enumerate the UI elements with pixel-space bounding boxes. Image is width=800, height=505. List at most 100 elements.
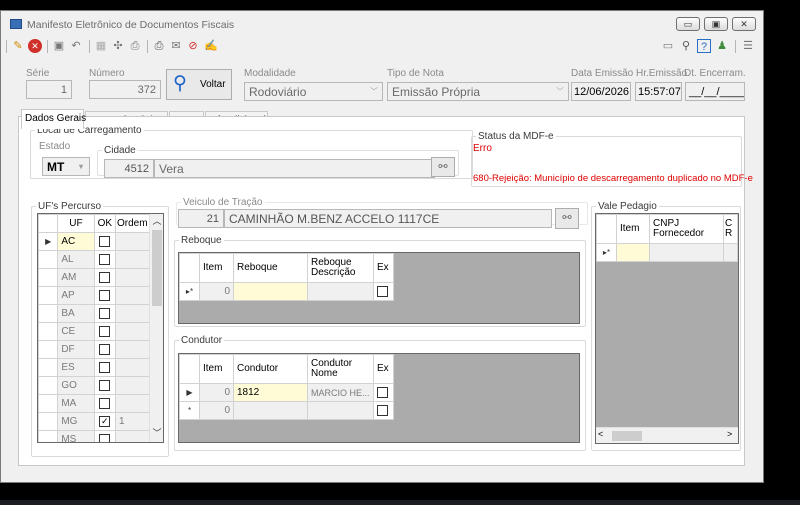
vale-truncated-cell[interactable] [723, 243, 738, 262]
cidade-code-field[interactable]: 4512 [104, 159, 154, 178]
scroll-right-icon[interactable]: > [727, 429, 732, 439]
maximize-button[interactable]: ▣ [704, 17, 728, 31]
save-icon[interactable]: ▣ [52, 39, 66, 53]
checkbox[interactable] [99, 235, 111, 247]
table-row[interactable]: MS [38, 430, 150, 442]
cancel-icon[interactable]: ✕ [28, 39, 42, 53]
mail-icon[interactable]: ✉ [169, 39, 183, 53]
condutor-nome-cell[interactable]: MARCIO HE... [307, 383, 374, 402]
column-header-uf[interactable]: UF [57, 214, 95, 233]
table-row[interactable]: ▶ AC [38, 232, 150, 251]
estado-select[interactable]: MT ▾ [42, 157, 90, 176]
uf-cell[interactable]: GO [57, 376, 95, 395]
note-icon[interactable]: ✍ [204, 39, 218, 53]
table-row[interactable]: ▶ 0 1812 MARCIO HE... [179, 383, 394, 402]
ok-cell[interactable] [93, 340, 117, 359]
uf-cell[interactable]: AP [57, 286, 95, 305]
ok-cell[interactable] [93, 322, 117, 341]
checkbox[interactable] [377, 386, 388, 398]
ok-cell[interactable] [93, 304, 117, 323]
condutor-cell[interactable] [233, 401, 308, 420]
condutor-ex-cell[interactable] [373, 383, 394, 402]
tipo-nota-select[interactable]: Emissão Própria ﹀ [387, 82, 569, 101]
table-row[interactable]: * 0 [179, 401, 394, 420]
condutor-item-cell[interactable]: 0 [199, 383, 234, 402]
dt-encerram-field[interactable]: __/__/____ [685, 82, 745, 101]
minimize-button[interactable]: ▭ [676, 17, 700, 31]
column-header-reboque-descricao[interactable]: Reboque Descrição [307, 253, 374, 283]
column-header-ex[interactable]: Ex [373, 354, 394, 384]
scroll-thumb[interactable] [152, 230, 162, 306]
block-icon[interactable]: ⊘ [186, 39, 200, 53]
window-icon[interactable]: ▭ [661, 39, 675, 53]
search-icon[interactable]: ⚲ [679, 39, 693, 53]
vale-item-cell[interactable] [616, 243, 650, 262]
grid-icon[interactable]: ▦ [94, 39, 108, 53]
ordem-cell[interactable] [115, 322, 150, 341]
checkbox[interactable] [99, 271, 111, 283]
data-emissao-field[interactable]: 12/06/2026 [571, 82, 631, 101]
uf-cell[interactable]: CE [57, 322, 95, 341]
uf-cell[interactable]: MG [57, 412, 95, 431]
table-row[interactable]: ES [38, 358, 150, 377]
uf-cell[interactable]: MA [57, 394, 95, 413]
column-header-ex[interactable]: Ex [373, 253, 394, 283]
help-icon[interactable]: ? [697, 39, 711, 53]
menu-icon[interactable]: ☰ [741, 39, 755, 53]
column-header-ordem[interactable]: Ordem [115, 214, 150, 233]
checkbox[interactable] [99, 289, 111, 301]
column-header-item[interactable]: Item [616, 214, 650, 244]
table-row[interactable]: ▸* [596, 243, 738, 262]
ok-cell[interactable] [93, 286, 117, 305]
tab-dados-gerais[interactable]: Dados Gerais [21, 109, 86, 129]
column-header-reboque[interactable]: Reboque [233, 253, 308, 283]
tools-icon[interactable]: ✣ [111, 39, 125, 53]
table-row[interactable]: AP [38, 286, 150, 305]
reboque-ex-cell[interactable] [373, 282, 394, 301]
checkbox[interactable] [377, 285, 388, 297]
ok-cell[interactable] [93, 394, 117, 413]
veiculo-desc-field[interactable]: CAMINHÃO M.BENZ ACCELO 1117CE [224, 209, 552, 228]
ok-cell[interactable] [93, 268, 117, 287]
close-button[interactable]: ✕ [732, 17, 756, 31]
table-row[interactable]: MG ✓ 1 [38, 412, 150, 431]
checkbox[interactable] [99, 307, 111, 319]
column-header-item[interactable]: Item [199, 354, 234, 384]
serie-field[interactable]: 1 [26, 80, 72, 99]
ordem-cell[interactable]: 1 [115, 412, 150, 431]
condutor-ex-cell[interactable] [373, 401, 394, 420]
voltar-button[interactable]: ⚲ Voltar [166, 69, 232, 100]
ordem-cell[interactable] [115, 304, 150, 323]
user-icon[interactable]: ♟ [715, 39, 729, 53]
ordem-cell[interactable] [115, 268, 150, 287]
table-row[interactable]: ▸* 0 [179, 282, 394, 301]
reboque-descricao-cell[interactable] [307, 282, 374, 301]
ufs-vertical-scrollbar[interactable]: ︿ ﹀ [149, 214, 163, 442]
ordem-cell[interactable] [115, 340, 150, 359]
cidade-lookup-button[interactable]: ⚯ [431, 157, 455, 177]
column-header-ok[interactable]: OK [93, 214, 117, 233]
column-header-condutor-nome[interactable]: Condutor Nome [307, 354, 374, 384]
ok-cell[interactable] [93, 358, 117, 377]
ordem-cell[interactable] [115, 430, 150, 442]
scroll-up-icon[interactable]: ︿ [150, 214, 163, 228]
table-row[interactable]: AL [38, 250, 150, 269]
numero-field[interactable]: 372 [89, 80, 161, 99]
ok-cell[interactable] [93, 430, 117, 442]
column-header-cnpj-fornecedor[interactable]: CNPJ Fornecedor [649, 214, 724, 244]
table-row[interactable]: AM [38, 268, 150, 287]
ordem-cell[interactable] [115, 232, 150, 251]
printer-icon[interactable]: ⎙ [152, 39, 166, 53]
vale-horizontal-scrollbar[interactable]: < > [596, 427, 738, 443]
table-row[interactable]: BA [38, 304, 150, 323]
table-row[interactable]: DF [38, 340, 150, 359]
table-row[interactable]: CE [38, 322, 150, 341]
column-header-truncated[interactable]: C R [723, 214, 738, 244]
edit-icon[interactable]: ✎ [11, 39, 25, 53]
ordem-cell[interactable] [115, 250, 150, 269]
ok-cell[interactable] [93, 376, 117, 395]
uf-cell[interactable]: MS [57, 430, 95, 442]
table-row[interactable]: MA [38, 394, 150, 413]
column-header-item[interactable]: Item [199, 253, 234, 283]
scroll-left-icon[interactable]: < [598, 429, 603, 439]
